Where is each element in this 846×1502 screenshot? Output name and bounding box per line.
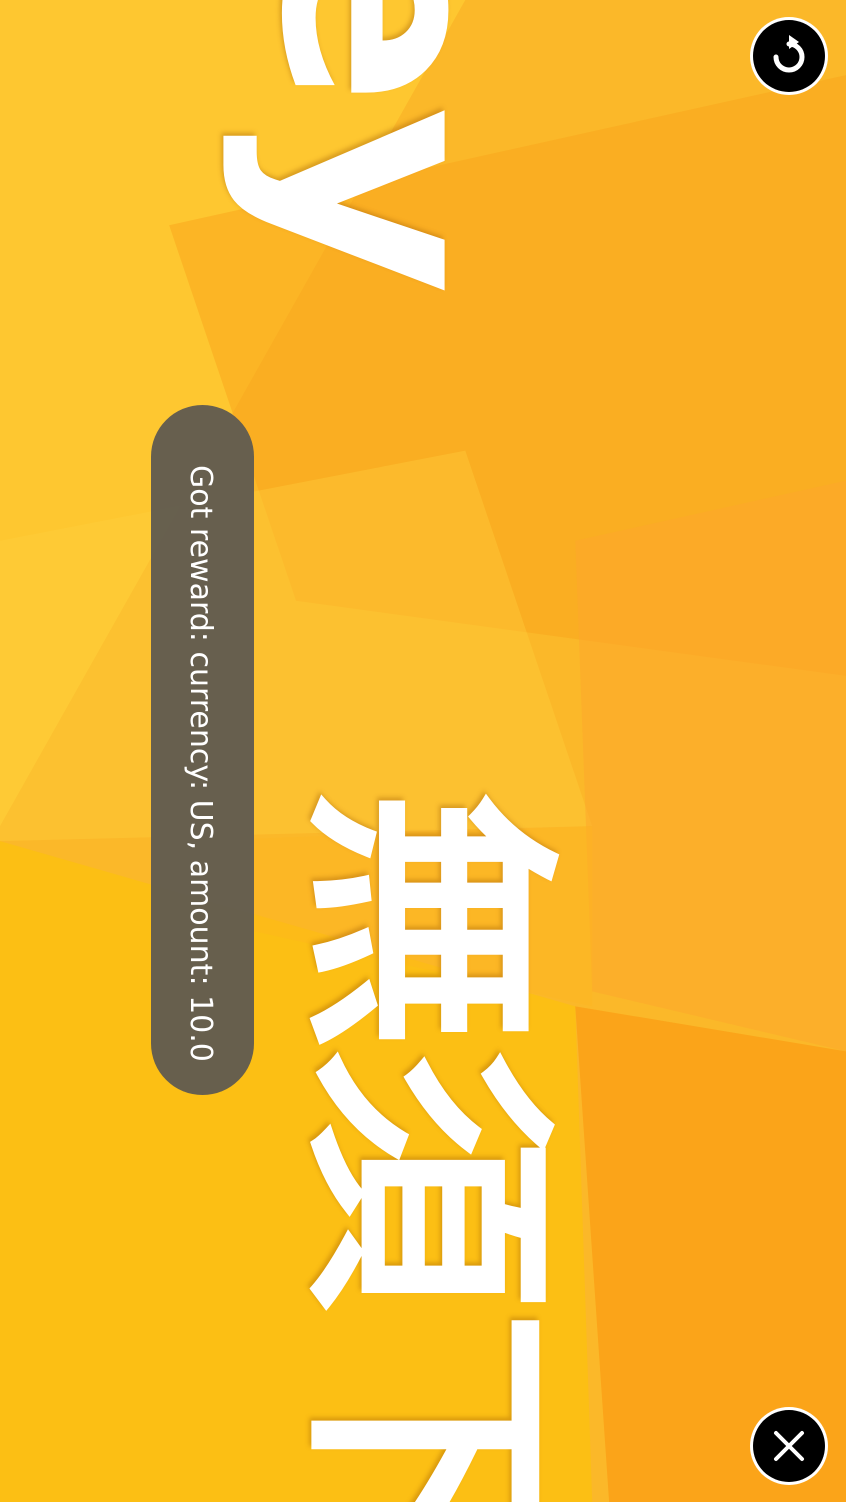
close-button[interactable] xyxy=(753,1410,825,1482)
ad-headline-latin: ey xyxy=(217,0,554,296)
ad-headline-cjk: 無須下 xyxy=(274,790,576,1502)
refresh-button[interactable] xyxy=(753,20,825,92)
reward-toast-message: Got reward: currency: US, amount: 10.0 xyxy=(183,465,218,1062)
refresh-icon xyxy=(773,35,805,73)
ad-screen[interactable]: ey 無須下 Got reward: currency: US, amount:… xyxy=(0,0,846,1502)
close-icon xyxy=(774,1431,804,1461)
